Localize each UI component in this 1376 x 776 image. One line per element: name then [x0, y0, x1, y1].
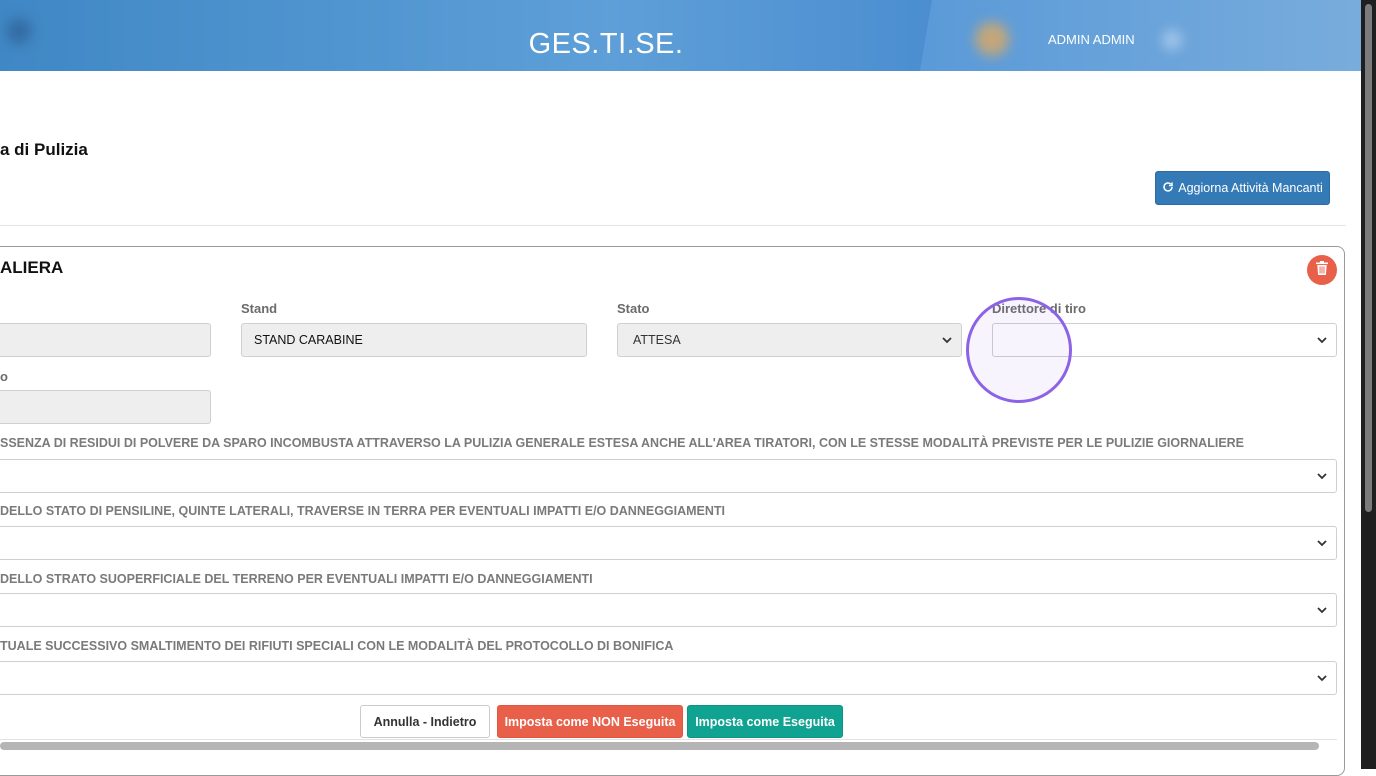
second-field-label: o — [0, 369, 8, 384]
vertical-scrollbar-thumb[interactable] — [1365, 4, 1372, 512]
refresh-missing-activities-button[interactable]: Aggiorna Attività Mancanti — [1155, 171, 1330, 205]
stato-value: ATTESA — [633, 333, 681, 347]
divider — [0, 225, 1346, 226]
check-select-2[interactable] — [0, 526, 1337, 560]
mark-not-done-button[interactable]: Imposta come NON Eseguita — [497, 705, 683, 738]
user-name[interactable]: ADMIN ADMIN — [1048, 32, 1135, 47]
refresh-icon — [1162, 181, 1174, 196]
panel-title: ALIERA — [0, 258, 64, 277]
stato-select[interactable]: ATTESA — [617, 323, 962, 357]
chevron-down-icon — [1316, 603, 1328, 620]
stand-label: Stand — [241, 301, 278, 316]
check-label-4: TUALE SUCCESSIVO SMALTIMENTO DEI RIFIUTI… — [0, 639, 674, 653]
user-menu-icon[interactable] — [1162, 30, 1182, 50]
delete-button[interactable] — [1307, 255, 1337, 285]
cancel-back-button[interactable]: Annulla - Indietro — [360, 705, 490, 738]
chevron-down-icon — [1316, 536, 1328, 553]
first-field[interactable] — [0, 323, 211, 357]
stato-label: Stato — [617, 301, 650, 316]
app-header: GES.TI.SE. ADMIN ADMIN — [0, 0, 1361, 71]
check-label-2: DELLO STATO DI PENSILINE, QUINTE LATERAL… — [0, 504, 726, 518]
app-title: GES.TI.SE. — [528, 28, 684, 60]
divider — [0, 739, 1337, 740]
click-indicator — [966, 297, 1072, 403]
check-select-1[interactable] — [0, 459, 1337, 493]
stand-field[interactable]: STAND CARABINE — [241, 323, 587, 357]
check-label-3: DELLO STRATO SUOPERFICIALE DEL TERRENO P… — [0, 572, 593, 586]
check-select-3[interactable] — [0, 593, 1337, 627]
mark-done-button[interactable]: Imposta come Eseguita — [687, 705, 843, 738]
trash-icon — [1316, 260, 1328, 280]
chevron-down-icon — [1316, 333, 1328, 350]
check-label-1: SSENZA DI RESIDUI DI POLVERE DA SPARO IN… — [0, 436, 1245, 450]
page-title: a di Pulizia — [0, 140, 88, 159]
second-field[interactable]: 2 — [0, 390, 211, 424]
horizontal-scrollbar[interactable] — [0, 742, 1319, 750]
chevron-down-icon — [1316, 671, 1328, 688]
chevron-down-icon — [1316, 469, 1328, 486]
chevron-down-icon — [941, 333, 953, 350]
refresh-button-label: Aggiorna Attività Mancanti — [1178, 181, 1323, 195]
check-select-4[interactable] — [0, 661, 1337, 695]
vertical-scrollbar[interactable] — [1361, 0, 1376, 769]
